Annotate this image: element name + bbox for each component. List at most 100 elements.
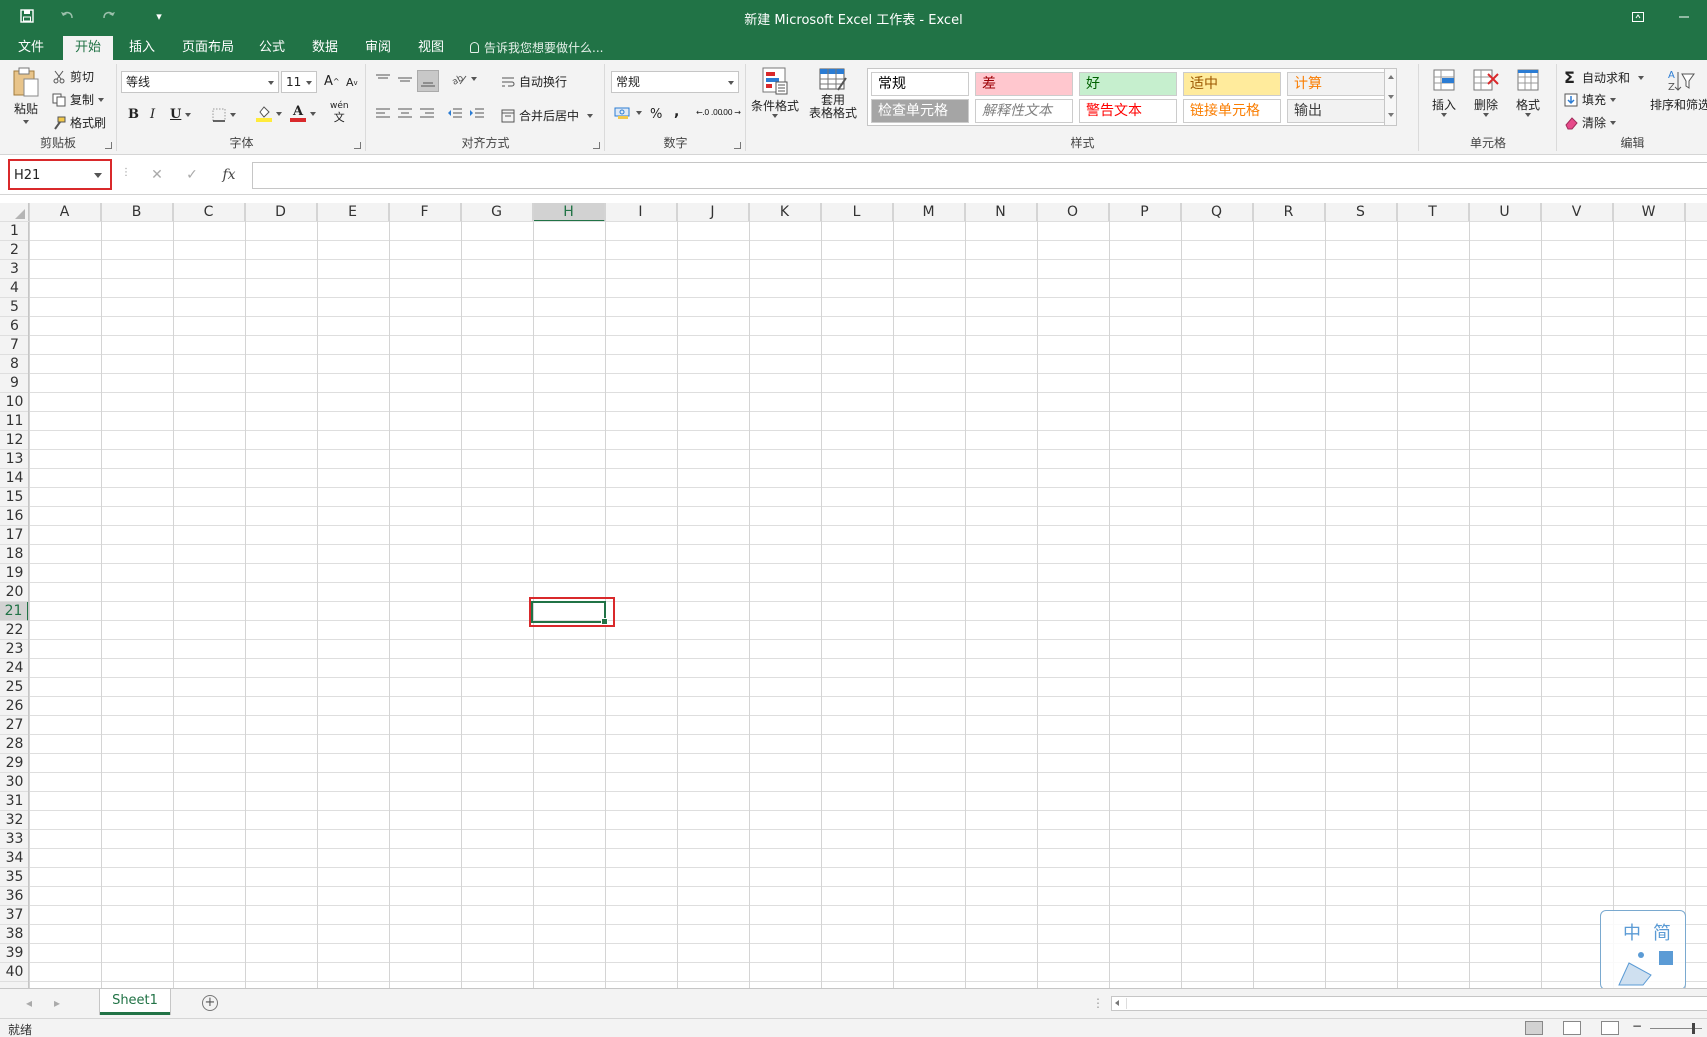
font-launcher-icon[interactable] [354, 142, 361, 149]
name-box-input[interactable] [14, 166, 94, 184]
row-header[interactable]: 20 [0, 583, 28, 602]
autosum-button[interactable]: Σ 自动求和 [1564, 68, 1645, 87]
row-header[interactable]: 39 [0, 944, 28, 963]
normal-view-icon[interactable] [1525, 1021, 1543, 1035]
row-header[interactable]: 3 [0, 260, 28, 279]
row-header[interactable]: 1 [0, 222, 28, 241]
row-header[interactable]: 15 [0, 488, 28, 507]
align-center-icon[interactable] [397, 107, 413, 121]
accounting-format-button[interactable] [614, 106, 642, 120]
row-header[interactable]: 13 [0, 450, 28, 469]
row-header[interactable]: 25 [0, 678, 28, 697]
increase-decimal-button[interactable]: ←.0 .00 [696, 108, 723, 117]
scroll-left-icon[interactable] [1115, 1000, 1119, 1006]
row-header[interactable]: 21 [0, 602, 28, 621]
sheet-tab-sheet1[interactable]: Sheet1 [100, 989, 170, 1015]
format-painter-button[interactable]: 格式刷 [52, 114, 106, 131]
name-box[interactable] [8, 159, 112, 190]
tab-file[interactable]: 文件 [6, 36, 56, 60]
orientation-button[interactable]: ab [451, 72, 477, 86]
tab-splitter-icon[interactable]: ⋮ [1092, 996, 1104, 1010]
format-cells-button[interactable]: 格式 [1510, 66, 1546, 117]
delete-cells-button[interactable]: 删除 [1468, 66, 1504, 117]
cancel-entry-icon[interactable]: ✕ [145, 165, 169, 185]
italic-button[interactable]: I [150, 107, 155, 122]
number-launcher-icon[interactable] [734, 142, 741, 149]
row-header[interactable]: 36 [0, 887, 28, 906]
align-right-icon[interactable] [419, 107, 435, 121]
alignment-launcher-icon[interactable] [593, 142, 600, 149]
font-name-combo[interactable]: 等线 [121, 71, 279, 93]
sort-filter-button[interactable]: AZ 排序和筛选 [1650, 66, 1707, 113]
font-color-button[interactable]: A [290, 105, 316, 122]
ribbon-display-icon[interactable] [1615, 0, 1661, 33]
merge-center-button[interactable]: 合并后居中 [501, 107, 594, 124]
grow-font-button[interactable]: A ^ [324, 74, 340, 89]
cell-style-good[interactable]: 好 [1079, 72, 1177, 96]
row-header[interactable]: 30 [0, 773, 28, 792]
tab-insert[interactable]: 插入 [117, 36, 167, 60]
tab-view[interactable]: 视图 [406, 36, 456, 60]
cell-style-output[interactable]: 输出 [1287, 99, 1385, 123]
cell-style-explanatory[interactable]: 解释性文本 [975, 99, 1073, 123]
page-break-view-icon[interactable] [1601, 1021, 1619, 1035]
row-header[interactable]: 10 [0, 393, 28, 412]
clipboard-launcher-icon[interactable] [105, 142, 112, 149]
clear-button[interactable]: 清除 [1564, 114, 1617, 131]
row-header[interactable]: 27 [0, 716, 28, 735]
row-header[interactable]: 12 [0, 431, 28, 450]
row-header[interactable]: 33 [0, 830, 28, 849]
cell-style-check-cell[interactable]: 检查单元格 [871, 99, 969, 123]
tab-data[interactable]: 数据 [300, 36, 350, 60]
table-format-button[interactable]: 套用 表格格式 [805, 66, 861, 120]
row-header[interactable]: 24 [0, 659, 28, 678]
conditional-format-button[interactable]: 条件格式 [751, 66, 799, 118]
worksheet-grid[interactable] [0, 203, 1707, 988]
increase-indent-icon[interactable] [469, 107, 485, 121]
zoom-knob[interactable] [1692, 1023, 1695, 1034]
row-header[interactable]: 40 [0, 963, 28, 982]
phonetic-button[interactable]: wén 文 [330, 101, 349, 123]
decrease-indent-icon[interactable] [447, 107, 463, 121]
row-header[interactable]: 19 [0, 564, 28, 583]
cell-style-warning[interactable]: 警告文本 [1079, 99, 1177, 123]
row-header[interactable]: 9 [0, 374, 28, 393]
add-sheet-icon[interactable]: + [202, 995, 218, 1011]
align-bottom-button[interactable] [417, 70, 439, 92]
horizontal-scrollbar[interactable] [1111, 996, 1707, 1011]
row-header[interactable]: 2 [0, 241, 28, 260]
align-left-icon[interactable] [375, 107, 391, 121]
row-header[interactable]: 37 [0, 906, 28, 925]
cell-style-bad[interactable]: 差 [975, 72, 1073, 96]
sheet-prev-icon[interactable]: ◂ [26, 996, 32, 1010]
percent-button[interactable]: % [650, 107, 662, 122]
row-header[interactable]: 11 [0, 412, 28, 431]
row-header[interactable]: 31 [0, 792, 28, 811]
row-header[interactable]: 28 [0, 735, 28, 754]
row-header[interactable]: 34 [0, 849, 28, 868]
fill-color-button[interactable] [256, 106, 282, 122]
tab-formulas[interactable]: 公式 [247, 36, 297, 60]
insert-function-icon[interactable]: fx [217, 165, 241, 185]
align-top-icon[interactable] [375, 74, 391, 86]
row-header[interactable]: 6 [0, 317, 28, 336]
wrap-text-button[interactable]: 自动换行 [501, 73, 567, 90]
comma-style-button[interactable]: , [674, 104, 679, 120]
decrease-decimal-button[interactable]: .00 →.0 [721, 108, 741, 117]
row-header[interactable]: 5 [0, 298, 28, 317]
align-middle-icon[interactable] [397, 74, 413, 86]
cell-style-neutral[interactable]: 适中 [1183, 72, 1281, 96]
paste-button[interactable]: 粘贴 [10, 66, 42, 124]
minimize-icon[interactable] [1661, 0, 1707, 33]
borders-button[interactable] [212, 108, 236, 122]
confirm-entry-icon[interactable]: ✓ [180, 165, 204, 185]
fill-button[interactable]: 填充 [1564, 91, 1617, 108]
zoom-slider[interactable] [1640, 1022, 1702, 1034]
row-header[interactable]: 7 [0, 336, 28, 355]
row-header[interactable]: 18 [0, 545, 28, 564]
font-size-combo[interactable]: 11 [281, 71, 317, 93]
row-header[interactable]: 35 [0, 868, 28, 887]
tab-home[interactable]: 开始 [63, 36, 114, 60]
row-header[interactable]: 16 [0, 507, 28, 526]
sheet-next-icon[interactable]: ▸ [54, 996, 60, 1010]
